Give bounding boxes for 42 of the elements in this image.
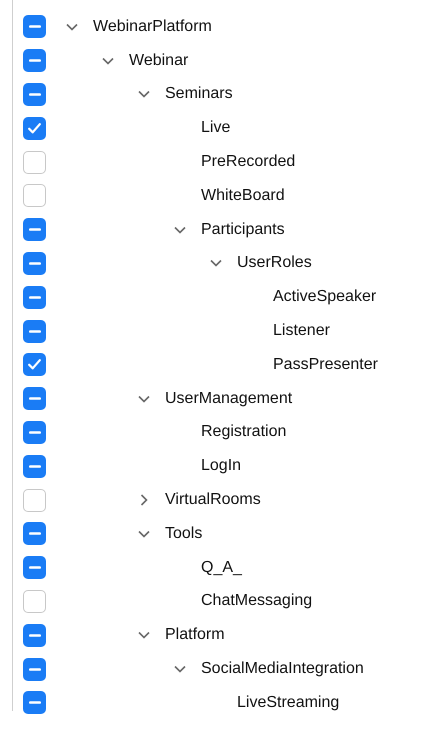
tree-item-label[interactable]: Webinar (129, 52, 188, 70)
checkbox[interactable] (23, 184, 46, 208)
tree-item-label[interactable]: Platform (165, 626, 225, 644)
checkbox[interactable] (23, 556, 46, 580)
checkbox[interactable] (23, 691, 46, 714)
tree-item-label[interactable]: PreRecorded (201, 153, 296, 172)
checkbox[interactable] (23, 218, 46, 242)
tree-item-label[interactable]: LiveStreaming (237, 694, 340, 712)
checkbox[interactable] (23, 150, 46, 174)
tree-item-label[interactable]: ChatMessaging (201, 592, 312, 610)
checkbox[interactable] (23, 15, 46, 38)
tree-item-label[interactable]: VirtualRooms (165, 491, 261, 510)
checkbox[interactable] (23, 624, 46, 647)
tree-item-label[interactable]: LogIn (201, 457, 242, 476)
tree-item-label[interactable]: UserRoles (237, 254, 312, 272)
checkbox[interactable] (23, 82, 46, 106)
tree-item-label[interactable]: Registration (201, 423, 286, 442)
checkbox[interactable] (23, 49, 46, 72)
checkbox[interactable] (23, 286, 46, 309)
checkbox[interactable] (23, 420, 46, 444)
tree-item-label[interactable]: Q_A_ (201, 558, 242, 577)
tree-item-label[interactable]: WebinarPlatform (93, 18, 212, 36)
checkbox[interactable] (23, 387, 46, 410)
checkbox[interactable] (23, 116, 46, 140)
tree-item-label[interactable]: PassPresenter (273, 356, 378, 374)
tree-item-label[interactable]: Participants (201, 220, 285, 239)
checkbox[interactable] (23, 252, 46, 275)
checkbox[interactable] (23, 454, 46, 478)
checkbox[interactable] (23, 590, 46, 613)
tree-item-label[interactable]: UserManagement (165, 390, 292, 408)
tree-item-label[interactable]: SocialMediaIntegration (201, 660, 364, 678)
tree-item-label[interactable]: Live (201, 119, 230, 138)
checkbox[interactable] (23, 353, 46, 376)
tree-item-label[interactable]: Listener (273, 322, 330, 340)
tree-item-label[interactable]: Seminars (165, 85, 233, 104)
checkbox[interactable] (23, 488, 46, 512)
tree-item-label[interactable]: ActiveSpeaker (273, 288, 376, 306)
tree-item-label[interactable]: Tools (165, 524, 202, 543)
checkbox[interactable] (23, 320, 46, 343)
checkbox[interactable] (23, 522, 46, 546)
tree-item-label[interactable]: WhiteBoard (201, 186, 285, 205)
checkbox[interactable] (23, 658, 46, 681)
